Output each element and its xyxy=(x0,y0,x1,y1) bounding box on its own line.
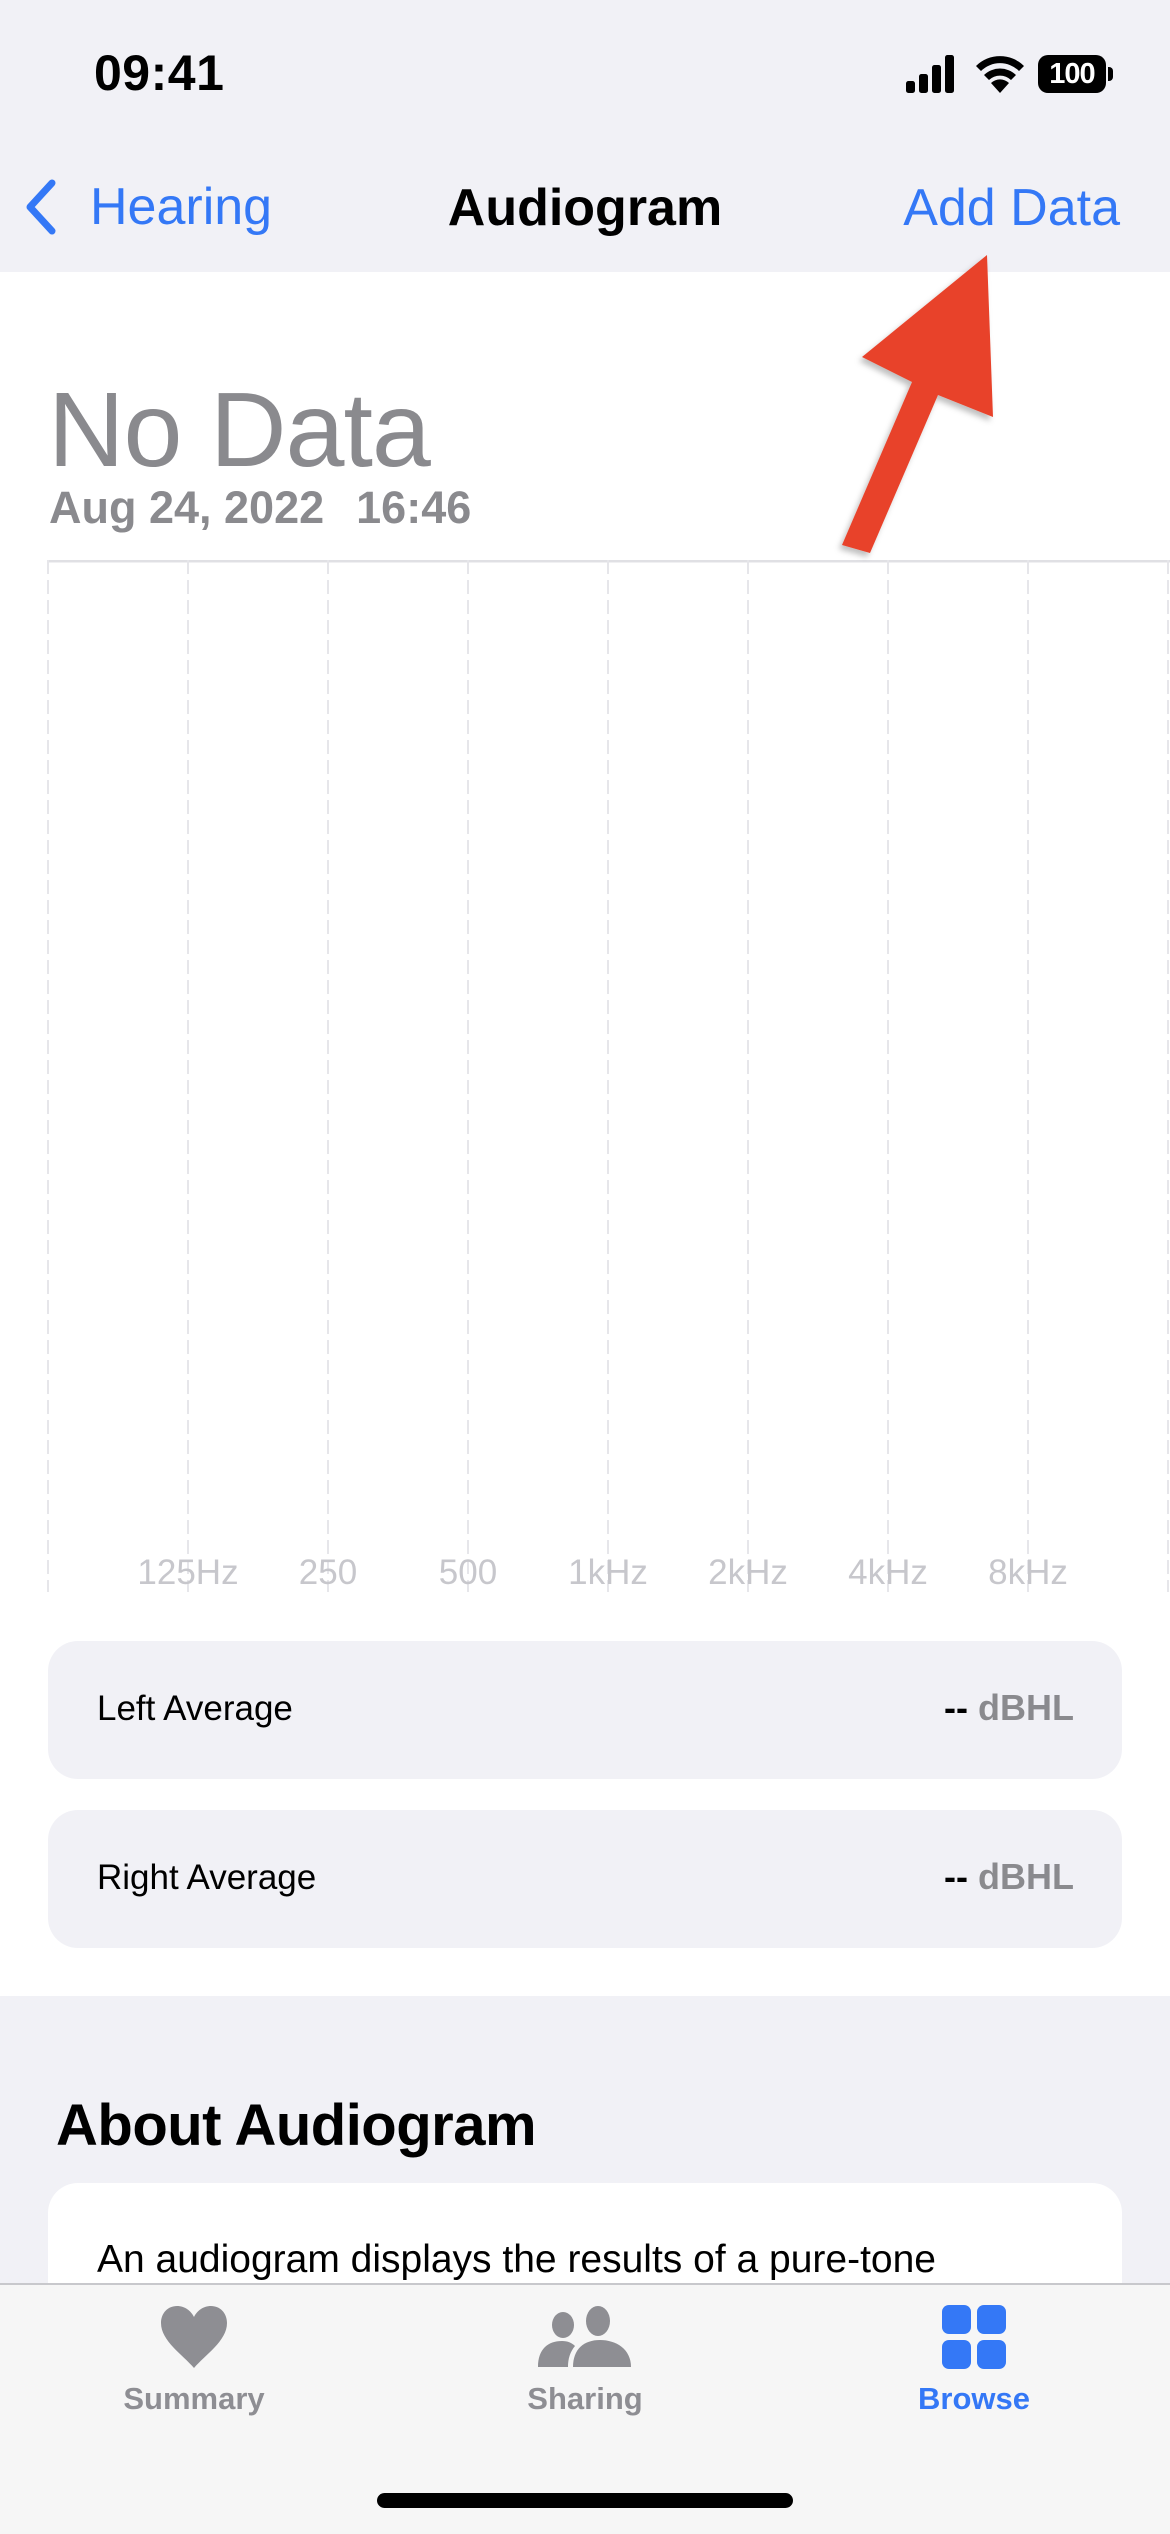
about-text: An audiogram displays the results of a p… xyxy=(97,2238,936,2281)
about-section-title: About Audiogram xyxy=(56,2093,537,2158)
x-tick-label: 500 xyxy=(439,1553,497,1592)
stat-value: -- dBHL xyxy=(944,1856,1074,1898)
stat-value: -- dBHL xyxy=(944,1687,1074,1729)
heart-icon xyxy=(161,2306,227,2368)
tab-browse[interactable]: Browse xyxy=(854,2305,1094,2435)
date-text: Aug 24, 2022 xyxy=(49,482,325,533)
x-tick-label: 2kHz xyxy=(708,1553,788,1592)
right-average-card[interactable]: Right Average -- dBHL xyxy=(48,1810,1122,1948)
battery-level: 100 xyxy=(1038,55,1106,93)
people-icon xyxy=(538,2306,631,2367)
stat-label: Left Average xyxy=(97,1689,293,1728)
cellular-signal-icon xyxy=(906,55,954,93)
tab-label: Sharing xyxy=(527,2381,643,2416)
measurement-date: Aug 24, 2022 16:46 xyxy=(49,482,471,534)
battery-tip xyxy=(1108,67,1113,81)
tab-label: Browse xyxy=(918,2381,1030,2416)
stat-unit: dBHL xyxy=(978,1856,1074,1897)
home-indicator xyxy=(377,2493,793,2508)
x-tick-label: 8kHz xyxy=(988,1553,1068,1592)
x-tick-label: 1kHz xyxy=(568,1553,648,1592)
wifi-icon xyxy=(976,56,1024,93)
stat-number: -- xyxy=(944,1856,969,1897)
x-tick-label: 250 xyxy=(299,1553,357,1592)
stat-unit: dBHL xyxy=(978,1687,1074,1728)
add-data-button[interactable]: Add Data xyxy=(903,178,1120,238)
status-time: 09:41 xyxy=(94,45,225,101)
no-data-headline: No Data xyxy=(48,371,431,489)
tab-summary[interactable]: Summary xyxy=(74,2305,314,2435)
battery-icon: 100 xyxy=(1038,55,1113,93)
grid-lines xyxy=(187,560,1169,1592)
audiogram-chart: 125Hz 250 500 1kHz 2kHz 4kHz 8kHz xyxy=(47,560,1170,1592)
left-average-card[interactable]: Left Average -- dBHL xyxy=(48,1641,1122,1779)
stat-label: Right Average xyxy=(97,1858,317,1897)
stat-number: -- xyxy=(944,1687,969,1728)
time-text: 16:46 xyxy=(356,482,472,533)
tick-labels: 125Hz 250 500 1kHz 2kHz 4kHz 8kHz xyxy=(137,1553,1067,1592)
grid-icon xyxy=(942,2305,1006,2369)
x-tick-label: 4kHz xyxy=(848,1553,928,1592)
tab-sharing[interactable]: Sharing xyxy=(465,2305,705,2435)
x-tick-label: 125Hz xyxy=(137,1553,238,1592)
tab-label: Summary xyxy=(123,2381,265,2416)
